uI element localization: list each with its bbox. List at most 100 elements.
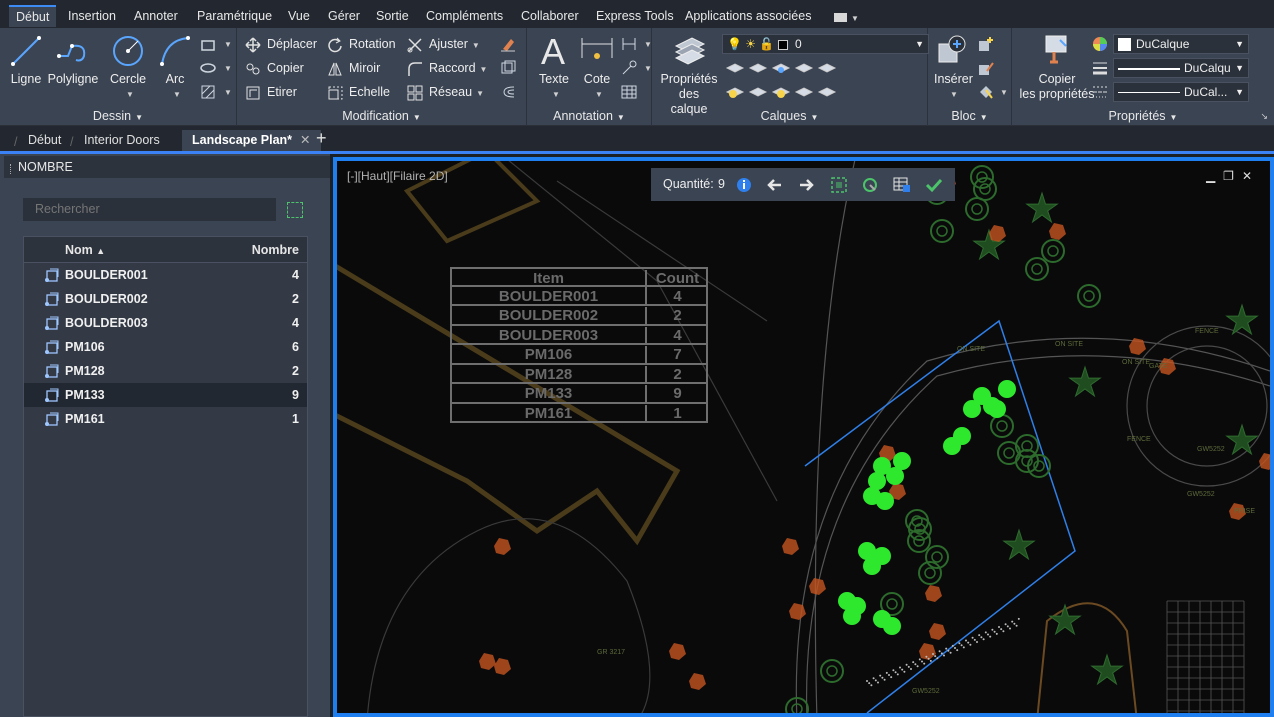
doc-tab-debut[interactable]: / Début — [14, 130, 71, 151]
new-tab-button[interactable]: + — [306, 128, 337, 149]
copier-proprietes-button[interactable]: Copier les propriétés — [1016, 32, 1098, 102]
minimize-icon[interactable]: ▁ — [1206, 169, 1223, 183]
replace-block-icon[interactable] — [861, 176, 879, 194]
tab-gerer[interactable]: Gérer — [321, 5, 367, 27]
restore-icon[interactable]: ❐ — [1223, 169, 1242, 183]
tab-vue[interactable]: Vue — [281, 5, 317, 27]
echelle-button[interactable]: Echelle — [327, 82, 390, 102]
erase-icon[interactable] — [500, 36, 516, 52]
linetype-dropdown[interactable]: DuCal... ▼ — [1113, 82, 1249, 102]
tab-applications-associees[interactable]: Applications associées — [678, 5, 818, 27]
tab-parametrique[interactable]: Paramétrique — [190, 5, 279, 27]
create-block-icon[interactable] — [978, 36, 994, 52]
drawing-viewport[interactable]: ON SITE ON SITE ON SITE GR 3217 GW5252 GW5252… — [333, 157, 1274, 717]
boulder-symbol — [789, 603, 806, 620]
gravel-pattern — [914, 663, 917, 666]
table-row[interactable]: PM106 6 — [24, 335, 307, 359]
palette-header[interactable]: NOMBRE — [4, 156, 330, 178]
table-row[interactable]: PM128 2 — [24, 359, 307, 383]
chevron-down-icon[interactable]: ▼ — [644, 40, 652, 49]
cercle-button[interactable]: Cercle ▼ — [107, 34, 149, 102]
layer-dropdown[interactable]: 💡 ☀ 🔓 0 ▼ — [722, 34, 929, 54]
panel-title-dessin[interactable]: Dessin ▼ — [0, 109, 236, 123]
deplacer-button[interactable]: Déplacer — [245, 34, 317, 54]
reseau-button[interactable]: Réseau ▼ — [407, 82, 484, 102]
tab-collaborer[interactable]: Collaborer — [514, 5, 586, 27]
color-dropdown[interactable]: DuCalque ▼ — [1113, 34, 1249, 54]
layer-tool-icons[interactable] — [725, 60, 925, 110]
copier-button[interactable]: Copier — [245, 58, 304, 78]
zoom-extents-icon[interactable] — [830, 176, 848, 194]
ligne-button[interactable]: Ligne — [8, 34, 44, 87]
chevron-down-icon[interactable]: ▼ — [224, 88, 232, 97]
stretch-icon — [246, 86, 260, 100]
rectangle-icon[interactable] — [200, 37, 216, 53]
table-row[interactable]: PM133 9 — [24, 383, 307, 407]
doc-tab-landscape-plan[interactable]: Landscape Plan* ✕ — [182, 130, 321, 151]
rotate-icon — [328, 37, 342, 52]
shrub-symbol — [886, 598, 898, 610]
panel-title-calques[interactable]: Calques ▼ — [652, 109, 927, 123]
ribbon-display-toggle[interactable]: ▼ — [834, 10, 859, 24]
chevron-down-icon[interactable]: ▼ — [1000, 88, 1008, 97]
texte-button[interactable]: A Texte ▼ — [535, 32, 573, 102]
linear-dim-icon[interactable] — [621, 36, 637, 52]
leader-icon[interactable] — [621, 60, 637, 76]
ellipse-icon[interactable] — [200, 60, 216, 76]
table-row[interactable]: BOULDER002 2 — [24, 287, 307, 311]
cote-button[interactable]: Cote ▼ — [579, 32, 615, 102]
panel-title-annotation[interactable]: Annotation ▼ — [527, 109, 651, 123]
close-icon[interactable]: ✕ — [1242, 169, 1260, 183]
arrow-left-icon[interactable] — [766, 176, 784, 194]
column-header-count[interactable]: Nombre — [252, 243, 299, 257]
chevron-down-icon[interactable]: ▼ — [644, 64, 652, 73]
table-row[interactable]: BOULDER003 4 — [24, 311, 307, 335]
info-icon[interactable] — [735, 176, 753, 194]
explode-icon[interactable] — [500, 60, 516, 76]
raccord-button[interactable]: Raccord ▼ — [407, 58, 487, 78]
arrow-right-icon[interactable] — [797, 176, 815, 194]
table-row[interactable]: PM161 1 — [24, 407, 307, 431]
rotation-button[interactable]: Rotation — [327, 34, 396, 54]
hatch-icon[interactable] — [200, 84, 216, 100]
table-row[interactable]: BOULDER001 4 — [24, 263, 307, 287]
panel-launcher-icon[interactable]: ↘ — [1260, 111, 1268, 122]
panel-title-bloc[interactable]: Bloc ▼ — [928, 109, 1011, 123]
arc-button[interactable]: Arc ▼ — [158, 34, 192, 102]
doc-tab-interior-doors[interactable]: / Interior Doors — [70, 130, 170, 151]
tab-sortie[interactable]: Sortie — [369, 5, 416, 27]
block-attribute-icon[interactable] — [978, 84, 994, 100]
inserer-button[interactable]: Insérer ▼ — [934, 32, 973, 102]
chevron-down-icon[interactable]: ▼ — [224, 64, 232, 73]
panel-title-proprietes[interactable]: Propriétés ▼ — [1012, 109, 1274, 123]
proprietes-calque-button[interactable]: Propriétés des calque — [660, 32, 718, 117]
grip-icon[interactable] — [10, 164, 13, 174]
panel-calques: Propriétés des calque 💡 ☀ 🔓 0 ▼ Calques ▼ — [652, 28, 929, 126]
panel-title-modification[interactable]: Modification ▼ — [237, 109, 526, 123]
block-name: BOULDER001 — [65, 268, 148, 282]
column-header-name[interactable]: Nom ▲ — [65, 243, 105, 257]
tab-annoter[interactable]: Annoter — [127, 5, 185, 27]
view-control-label[interactable]: [-][Haut][Filaire 2D] — [347, 169, 448, 183]
path-edge — [814, 161, 856, 713]
polyligne-button[interactable]: Polyligne — [46, 34, 100, 87]
offset-icon[interactable] — [500, 84, 516, 100]
checkmark-icon[interactable] — [925, 176, 943, 194]
edit-block-icon[interactable] — [978, 60, 994, 76]
tab-complements[interactable]: Compléments — [419, 5, 510, 27]
tab-express-tools[interactable]: Express Tools — [589, 5, 681, 27]
select-objects-icon[interactable] — [287, 202, 303, 218]
search-input[interactable] — [23, 198, 276, 221]
tab-debut[interactable]: Début — [9, 5, 57, 27]
miroir-button[interactable]: Miroir — [327, 58, 380, 78]
arc-label: Arc — [165, 72, 185, 86]
landscape-drawing-canvas[interactable]: ON SITE ON SITE ON SITE GR 3217 GW5252 GW5252… — [337, 161, 1270, 713]
chevron-down-icon[interactable]: ▼ — [224, 40, 232, 49]
lineweight-dropdown[interactable]: DuCalqu ▼ — [1113, 58, 1249, 78]
etirer-button[interactable]: Etirer — [245, 82, 297, 102]
ajuster-button[interactable]: Ajuster ▼ — [407, 34, 480, 54]
insert-table-icon[interactable] — [893, 176, 911, 194]
tab-insertion[interactable]: Insertion — [61, 5, 123, 27]
table-icon[interactable] — [621, 84, 637, 100]
shrub-symbol — [1033, 460, 1045, 472]
